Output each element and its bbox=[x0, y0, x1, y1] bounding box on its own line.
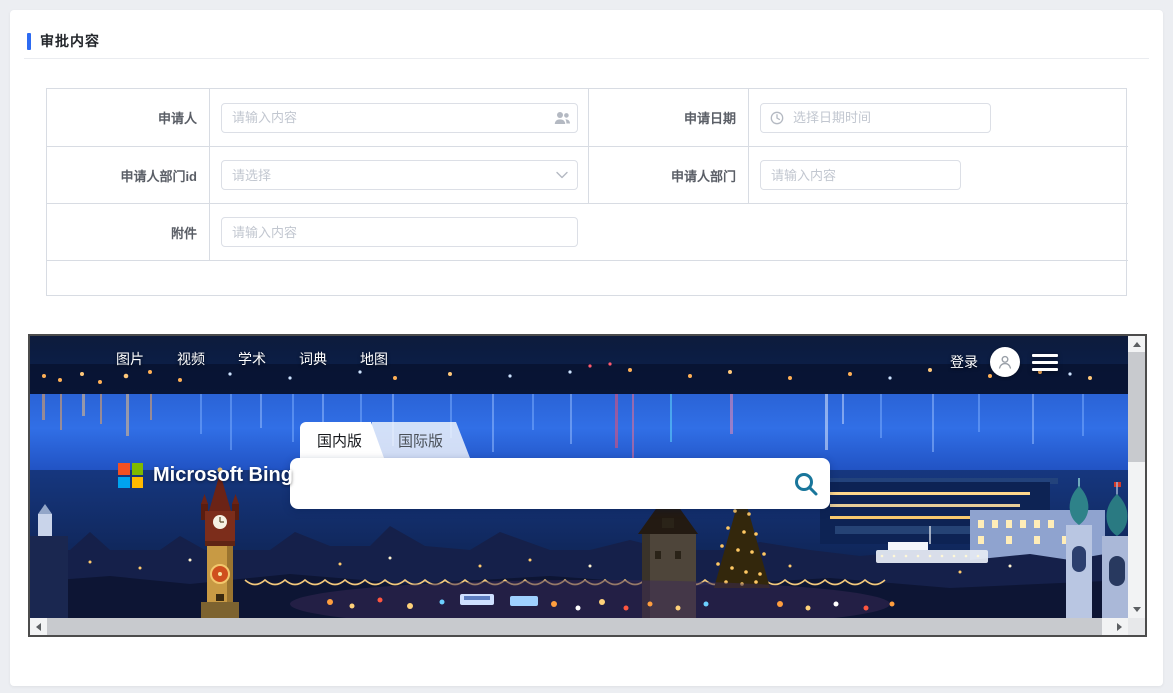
applicant-input[interactable] bbox=[222, 104, 547, 132]
scroll-up-button[interactable] bbox=[1128, 336, 1145, 353]
horizontal-scrollbar[interactable] bbox=[30, 618, 1128, 635]
scroll-right-button[interactable] bbox=[1111, 618, 1128, 635]
person-icon bbox=[997, 354, 1013, 370]
bing-top-nav: 图片 视频 学术 词典 地图 bbox=[116, 349, 388, 369]
tab-domestic[interactable]: 国内版 bbox=[300, 422, 384, 458]
applicant-input-box bbox=[221, 103, 578, 133]
header-divider bbox=[24, 58, 1149, 59]
attachment-cell bbox=[210, 204, 1128, 261]
bing-account-area: 登录 bbox=[950, 346, 1058, 378]
dept-input-box bbox=[760, 160, 961, 190]
apply-date-input[interactable] bbox=[789, 104, 990, 132]
apply-date-cell bbox=[749, 89, 1128, 147]
vertical-scrollbar[interactable] bbox=[1128, 336, 1145, 618]
bing-logo-text: Microsoft Bing bbox=[153, 464, 293, 487]
tab-domestic-label: 国内版 bbox=[317, 430, 362, 451]
users-icon[interactable] bbox=[547, 111, 577, 125]
scroll-down-button[interactable] bbox=[1128, 601, 1145, 618]
empty-row bbox=[47, 261, 1128, 295]
bing-nav-videos[interactable]: 视频 bbox=[177, 349, 205, 369]
apply-date-label: 申请日期 bbox=[589, 89, 749, 147]
avatar[interactable] bbox=[990, 347, 1020, 377]
apply-date-picker bbox=[760, 103, 991, 133]
dept-id-select-input[interactable] bbox=[222, 161, 547, 189]
dept-id-select[interactable] bbox=[221, 160, 578, 190]
tab-international[interactable]: 国际版 bbox=[372, 422, 470, 458]
horizontal-scrollbar-thumb[interactable] bbox=[47, 618, 1102, 635]
clock-icon bbox=[765, 111, 789, 125]
page-title: 审批内容 bbox=[40, 31, 100, 51]
bing-nav-images[interactable]: 图片 bbox=[116, 349, 144, 369]
approval-form-table: 申请人 申请日期 bbox=[46, 88, 1127, 296]
microsoft-logo-icon bbox=[118, 463, 143, 488]
search-icon[interactable] bbox=[782, 458, 830, 509]
hamburger-menu-icon[interactable] bbox=[1032, 354, 1058, 371]
dept-id-cell bbox=[210, 147, 589, 204]
bing-nav-academic[interactable]: 学术 bbox=[238, 349, 266, 369]
bing-search-bar bbox=[290, 458, 830, 509]
bing-logo[interactable]: Microsoft Bing bbox=[118, 463, 293, 488]
applicant-label: 申请人 bbox=[47, 89, 210, 147]
attachment-input-box bbox=[221, 217, 578, 247]
login-button[interactable]: 登录 bbox=[950, 352, 978, 372]
section-header: 审批内容 bbox=[27, 31, 100, 51]
vertical-scrollbar-thumb[interactable] bbox=[1128, 352, 1145, 462]
accent-bar bbox=[27, 33, 31, 50]
dept-cell bbox=[749, 147, 1128, 204]
dept-label: 申请人部门 bbox=[589, 147, 749, 204]
applicant-cell bbox=[210, 89, 589, 147]
bing-page: 图片 视频 学术 词典 地图 登录 国内版 国际版 bbox=[30, 336, 1128, 618]
attachment-label: 附件 bbox=[47, 204, 210, 261]
scrollbar-corner bbox=[1128, 618, 1145, 635]
dept-id-label: 申请人部门id bbox=[47, 147, 210, 204]
dept-input[interactable] bbox=[761, 161, 960, 189]
tab-international-label: 国际版 bbox=[398, 430, 443, 451]
bing-nav-maps[interactable]: 地图 bbox=[360, 349, 388, 369]
bing-search-input[interactable] bbox=[290, 458, 782, 509]
content-card: 审批内容 申请人 申请日期 bbox=[10, 10, 1163, 686]
chevron-down-icon bbox=[547, 171, 577, 179]
scroll-left-button[interactable] bbox=[30, 618, 47, 635]
attachment-input[interactable] bbox=[222, 218, 577, 246]
bing-embedded-frame: 图片 视频 学术 词典 地图 登录 国内版 国际版 bbox=[28, 334, 1147, 637]
bing-nav-dictionary[interactable]: 词典 bbox=[299, 349, 327, 369]
